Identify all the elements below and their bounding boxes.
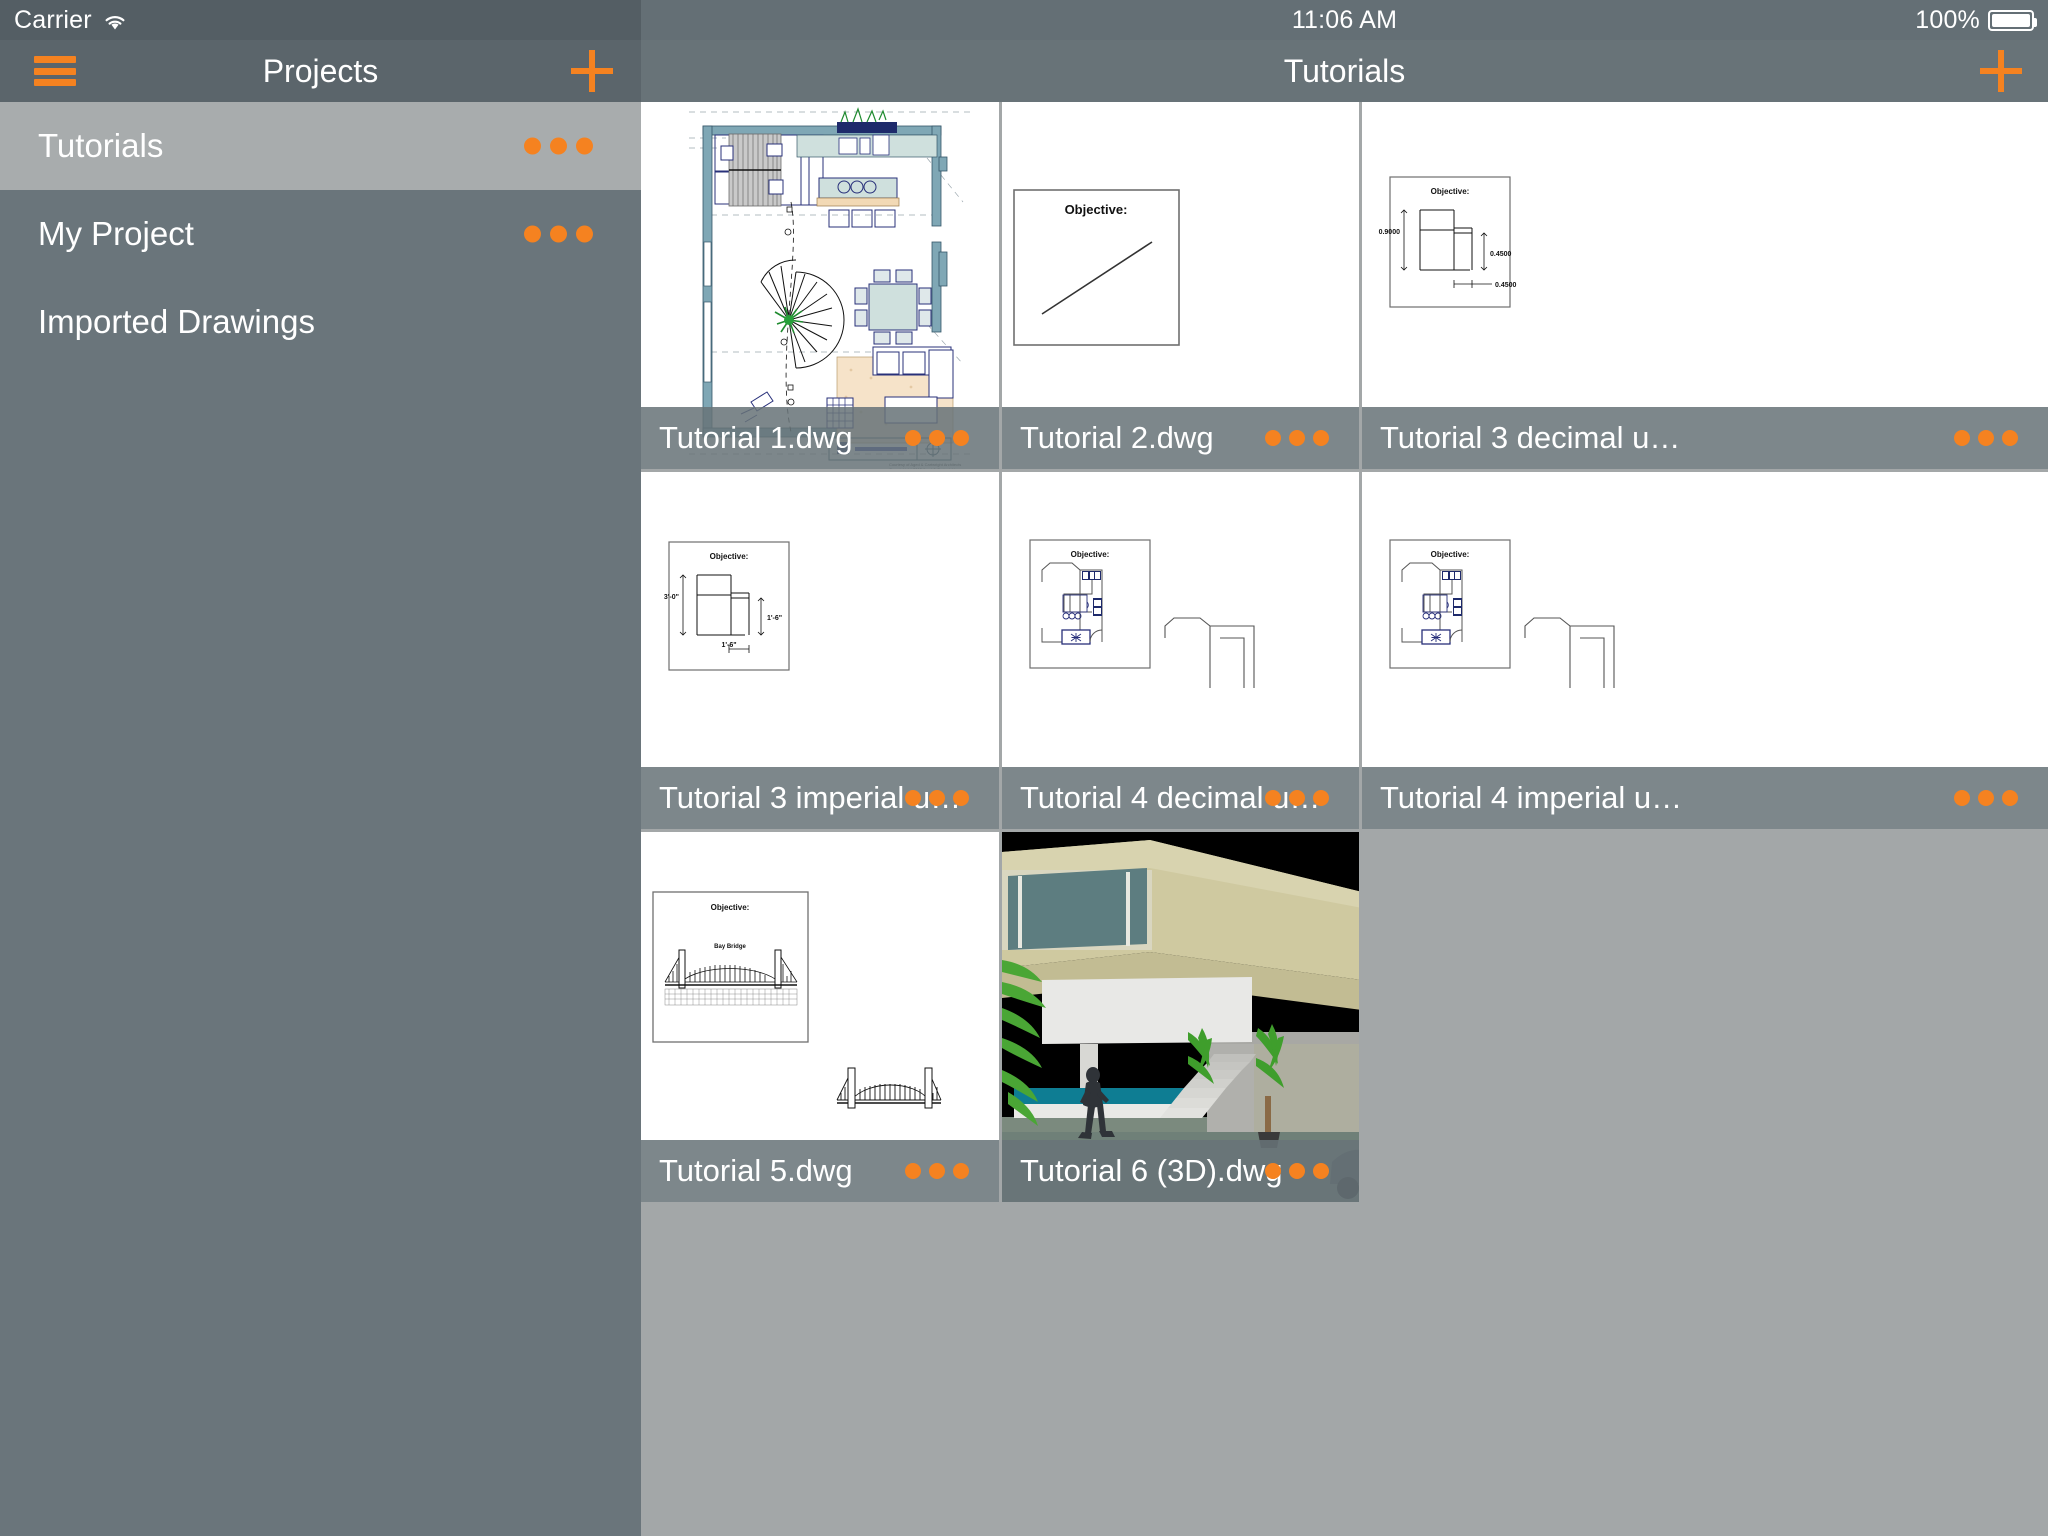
battery-status: 100% <box>1915 0 2037 40</box>
sidebar-item-label: Imported Drawings <box>38 303 315 340</box>
svg-text:Objective:: Objective: <box>1431 187 1470 196</box>
more-dots-icon[interactable] <box>524 137 593 155</box>
more-dots-icon[interactable] <box>905 790 969 806</box>
tile-label: Tutorial 1.dwg <box>659 420 853 455</box>
more-dots-icon[interactable] <box>1265 1163 1329 1179</box>
svg-text:Objective:: Objective: <box>710 552 749 561</box>
svg-text:0.4500: 0.4500 <box>1490 251 1512 258</box>
drawing-tile[interactable]: Courtesy of Aged & Cartwright Architects… <box>641 102 1002 472</box>
drawings-grid: Courtesy of Aged & Cartwright Architects… <box>641 102 2048 1536</box>
content-navbar: Tutorials <box>641 40 2048 102</box>
content-title: Tutorials <box>1283 52 1406 89</box>
wifi-icon <box>102 12 128 32</box>
more-dots-icon[interactable] <box>524 225 593 243</box>
drawing-tile[interactable]: Objective: Bay Bridge Tutorial 5.dwg <box>641 832 1002 1202</box>
tile-label: Tutorial 4 imperial u… <box>1380 780 1683 815</box>
battery-percent-label: 100% <box>1915 5 1980 34</box>
battery-full-icon <box>1988 9 2037 31</box>
sidebar-item-my-project[interactable]: My Project <box>0 190 641 278</box>
drawing-tile[interactable]: Tutorial 6 (3D).dwg <box>1002 832 1362 1202</box>
more-dots-icon[interactable] <box>1265 430 1329 446</box>
tile-caption-bar: Tutorial 1.dwg <box>641 407 999 469</box>
svg-text:0.9000: 0.9000 <box>1379 229 1401 236</box>
status-bar-right: 11:06 AM 100% <box>641 0 2048 40</box>
tile-label: Tutorial 6 (3D).dwg <box>1020 1153 1283 1188</box>
svg-text:1'-6": 1'-6" <box>767 615 782 622</box>
tile-label: Tutorial 5.dwg <box>659 1153 853 1188</box>
tile-caption-bar: Tutorial 4 imperial u… <box>1362 767 2048 829</box>
add-project-button[interactable] <box>571 50 613 92</box>
more-dots-icon[interactable] <box>1954 790 2018 806</box>
tile-caption-bar: Tutorial 4 decimal u… <box>1002 767 1359 829</box>
svg-text:Objective:: Objective: <box>1071 550 1110 559</box>
status-bar: Carrier 11:06 AM 100% <box>0 0 2048 40</box>
svg-text:Objective:: Objective: <box>711 903 750 912</box>
drawing-tile[interactable]: Objective: Tutorial 2.dwg <box>1002 102 1362 472</box>
svg-text:0.4500: 0.4500 <box>1495 282 1517 289</box>
clock-label: 11:06 AM <box>1291 5 1398 34</box>
sidebar-navbar: Projects <box>0 40 641 102</box>
drawing-tile[interactable]: Objective: <box>1002 472 1362 832</box>
sidebar: Tutorials My Project Imported Drawings <box>0 102 641 1536</box>
status-bar-left: Carrier <box>0 0 641 40</box>
sidebar-item-label: Tutorials <box>38 127 164 164</box>
more-dots-icon[interactable] <box>905 1163 969 1179</box>
drawing-tile[interactable]: Objective: 0.9000 0.4500 0.4500 Tutorial… <box>1362 102 2048 472</box>
tile-label: Tutorial 2.dwg <box>1020 420 1214 455</box>
page-title: Projects <box>262 52 379 89</box>
tile-caption-bar: Tutorial 3 imperial u… <box>641 767 999 829</box>
tile-caption-bar: Tutorial 5.dwg <box>641 1140 999 1202</box>
svg-text:Objective:: Objective: <box>1065 202 1128 217</box>
add-drawing-button[interactable] <box>1980 50 2022 92</box>
more-dots-icon[interactable] <box>1265 790 1329 806</box>
hamburger-icon[interactable] <box>34 56 76 86</box>
tile-caption-bar: Tutorial 3 decimal u… <box>1362 407 2048 469</box>
svg-text:1'-6": 1'-6" <box>721 642 736 649</box>
drawing-tile[interactable]: Objective: 3'-0" 1'-6" 1'-6" Tutorial 3 … <box>641 472 1002 832</box>
drawing-tile[interactable]: Objective: <box>1362 472 2048 832</box>
sidebar-item-imported-drawings[interactable]: Imported Drawings <box>0 278 641 366</box>
tile-label: Tutorial 3 decimal u… <box>1380 420 1681 455</box>
svg-text:Bay Bridge: Bay Bridge <box>714 944 746 950</box>
tile-caption-bar: Tutorial 6 (3D).dwg <box>1002 1140 1359 1202</box>
more-dots-icon[interactable] <box>1954 430 2018 446</box>
tile-caption-bar: Tutorial 2.dwg <box>1002 407 1359 469</box>
sidebar-item-label: My Project <box>38 215 194 252</box>
sidebar-item-tutorials[interactable]: Tutorials <box>0 102 641 190</box>
carrier-label: Carrier <box>14 5 92 34</box>
more-dots-icon[interactable] <box>905 430 969 446</box>
svg-text:Objective:: Objective: <box>1431 550 1470 559</box>
svg-text:3'-0": 3'-0" <box>664 594 679 601</box>
